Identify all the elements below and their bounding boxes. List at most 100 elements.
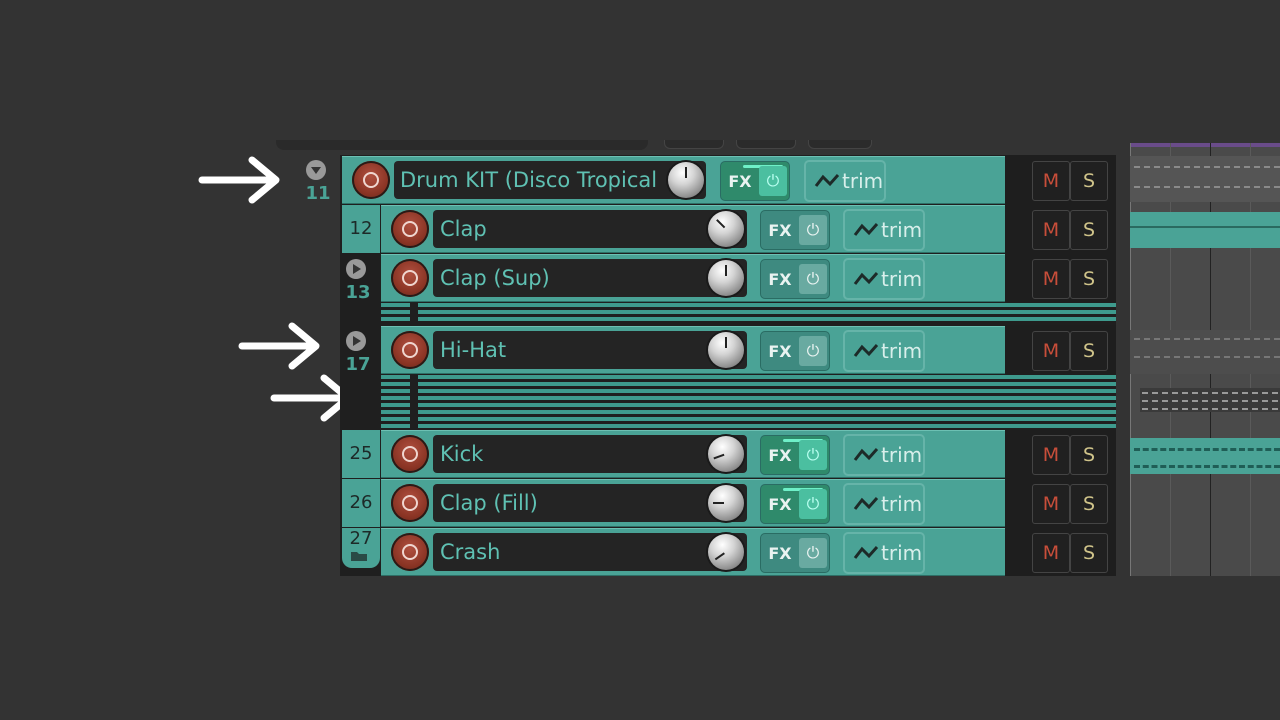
fx-button[interactable]: FX ⏻ [760,484,830,524]
toolbar-button[interactable] [808,140,872,149]
record-arm-button[interactable] [391,435,429,473]
waveform [1134,356,1280,360]
track-name: Kick [440,442,484,466]
fx-bypass-icon[interactable]: ⏻ [759,166,787,196]
fx-button[interactable]: FX ⏻ [760,533,830,573]
solo-button[interactable]: S [1070,331,1108,371]
solo-button[interactable]: S [1070,259,1108,299]
track-number: 12 [349,218,373,239]
fx-button[interactable]: FX ⏻ [760,259,830,299]
trim-automation-button[interactable]: trim [804,160,886,202]
record-arm-button[interactable] [391,331,429,369]
track-number: 13 [345,282,371,303]
mute-button[interactable]: M [1032,259,1070,299]
mute-button[interactable]: M [1032,484,1070,524]
record-arm-button[interactable] [391,210,429,248]
folder-icon [351,552,367,561]
collapsed-track-strip[interactable] [381,317,1116,321]
envelope-icon [853,223,879,236]
toolbar-button[interactable] [736,140,796,149]
volume-knob[interactable] [708,260,744,296]
envelope-icon [853,448,879,461]
collapsed-track-strip[interactable] [381,310,1116,314]
volume-knob[interactable] [708,485,744,521]
fx-bypass-icon[interactable]: ⏻ [799,489,827,519]
waveform [1134,186,1280,190]
trim-automation-button[interactable]: trim [843,483,925,525]
envelope-icon [853,272,879,285]
expand-folder-icon[interactable] [346,259,366,279]
mute-button[interactable]: M [1032,210,1070,250]
arrow-icon [198,156,280,204]
track-name: Drum KIT (Disco Tropical [400,168,658,192]
solo-button[interactable]: S [1070,161,1108,201]
volume-knob[interactable] [708,332,744,368]
record-arm-button[interactable] [391,484,429,522]
top-toolbar [276,140,648,150]
fx-bypass-icon[interactable]: ⏻ [799,215,827,245]
fx-button[interactable]: FX ⏻ [760,435,830,475]
waveform [1134,166,1280,170]
fx-button[interactable]: FX ⏻ [720,161,790,201]
collapsed-track-strip[interactable] [381,375,1116,379]
envelope-icon [853,497,879,510]
envelope-icon [853,344,879,357]
mute-button[interactable]: M [1032,161,1070,201]
record-arm-button[interactable] [352,161,390,199]
volume-knob[interactable] [708,534,744,570]
ruler-strip [1130,143,1280,147]
track-number: 27 [349,528,373,549]
fx-bypass-icon[interactable]: ⏻ [799,336,827,366]
track-name: Clap [440,217,487,241]
track-number: 17 [345,354,371,375]
fx-button[interactable]: FX ⏻ [760,210,830,250]
mute-button[interactable]: M [1032,435,1070,475]
mute-button[interactable]: M [1032,533,1070,573]
collapsed-track-strip[interactable] [381,417,1116,421]
fx-bypass-icon[interactable]: ⏻ [799,264,827,294]
waveform [1130,226,1280,228]
volume-knob[interactable] [708,211,744,247]
trim-automation-button[interactable]: trim [843,258,925,300]
fx-bypass-icon[interactable]: ⏻ [799,538,827,568]
envelope-icon [853,546,879,559]
waveform [1134,448,1280,468]
collapsed-track-strip[interactable] [381,382,1116,386]
solo-button[interactable]: S [1070,533,1108,573]
solo-button[interactable]: S [1070,484,1108,524]
track-number: 26 [349,492,373,513]
collapsed-track-strip[interactable] [381,396,1116,400]
collapsed-track-strip[interactable] [381,303,1116,307]
waveform [1134,338,1280,342]
trim-automation-button[interactable]: trim [843,434,925,476]
mute-button[interactable]: M [1032,331,1070,371]
collapse-folder-icon[interactable] [306,160,326,180]
track-name: Clap (Fill) [440,491,538,515]
fx-button[interactable]: FX ⏻ [760,331,830,371]
collapsed-track-strip[interactable] [381,410,1116,414]
collapsed-track-strip[interactable] [381,403,1116,407]
track-name: Crash [440,540,501,564]
waveform [1142,408,1278,412]
collapsed-track-strip[interactable] [381,389,1116,393]
collapsed-track-strip[interactable] [381,424,1116,428]
trim-automation-button[interactable]: trim [843,209,925,251]
track-name: Clap (Sup) [440,266,550,290]
track-number: 11 [305,183,331,204]
trim-automation-button[interactable]: trim [843,532,925,574]
track-number: 25 [349,443,373,464]
volume-knob[interactable] [708,436,744,472]
media-item[interactable] [1130,212,1280,248]
record-arm-button[interactable] [391,259,429,297]
fx-bypass-icon[interactable]: ⏻ [799,440,827,470]
volume-knob[interactable] [668,162,704,198]
folder-line [410,303,418,325]
solo-button[interactable]: S [1070,435,1108,475]
media-item[interactable] [1130,156,1280,202]
toolbar-button[interactable] [664,140,724,149]
record-arm-button[interactable] [391,533,429,571]
expand-folder-icon[interactable] [346,331,366,351]
solo-button[interactable]: S [1070,210,1108,250]
trim-automation-button[interactable]: trim [843,330,925,372]
media-item[interactable] [1130,330,1280,374]
